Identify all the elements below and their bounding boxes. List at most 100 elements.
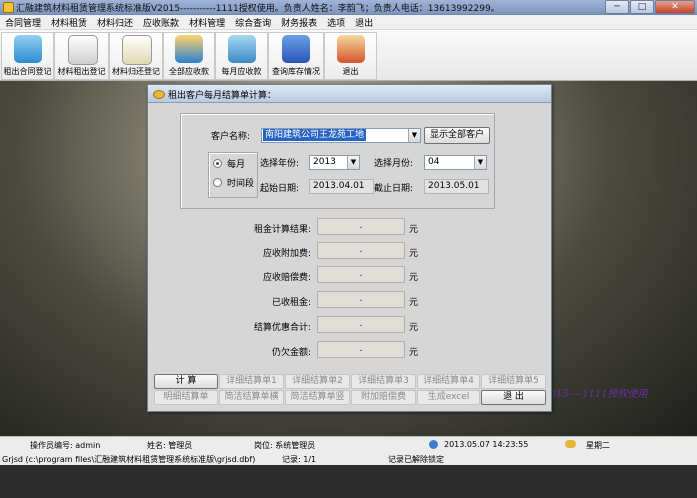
year-label: 选择年份: — [260, 159, 300, 169]
all-receivable-button[interactable]: 全部应收款 — [163, 32, 215, 80]
mode-period-radio[interactable] — [213, 178, 222, 187]
menu-return[interactable]: 材料归还 — [92, 16, 138, 29]
home-icon — [336, 35, 365, 63]
simple-statement-landscape-button[interactable]: 简洁结算单横 — [219, 390, 284, 405]
month-value: 04 — [428, 157, 440, 167]
rent-out-button[interactable]: 材料租出登记 — [54, 32, 109, 80]
app-icon — [3, 2, 14, 13]
outstanding-unit: 元 — [409, 348, 419, 358]
discount-total-label: 结算优惠合计: — [253, 323, 311, 333]
exit-toolbar-button[interactable]: 退出 — [324, 32, 377, 80]
taskbar — [0, 465, 697, 498]
month-label: 选择月份: — [374, 159, 414, 169]
dialog-exit-button[interactable]: 退 出 — [481, 390, 546, 405]
year-value: 2013 — [313, 157, 336, 167]
toolbar: 租出合同登记 材料租出登记 材料归还登记 全部应收款 每月应收款 查询库存情况 … — [0, 30, 697, 81]
calculate-button[interactable]: 计 算 — [154, 374, 218, 389]
monthly-settlement-dialog: 租出客户每月结算单计算： 客户名称: 南阳建筑公司王龙苑工地 ▼ 显示全部客户 … — [147, 84, 552, 412]
window-controls: ─ □ ✕ — [604, 0, 695, 14]
end-date-field[interactable]: 2013.05.01 — [424, 179, 489, 194]
gear-icon — [227, 35, 256, 63]
menu-bar: 合同管理 材料租赁 材料归还 应收账款 材料管理 综合查询 财务报表 选项 退出 — [0, 15, 697, 30]
discount-total-field[interactable]: . — [317, 316, 405, 333]
tools-icon — [175, 35, 203, 63]
export-excel-button[interactable]: 生成excel — [417, 390, 480, 405]
detail-statement-5-button[interactable]: 详细结算单5 — [481, 374, 546, 389]
menu-material[interactable]: 材料管理 — [184, 16, 230, 29]
stock-query-button[interactable]: 查询库存情况 — [268, 32, 324, 80]
surcharge-field[interactable]: . — [317, 242, 405, 259]
status-lock: 记录已解除锁定 — [388, 455, 444, 464]
chevron-down-icon[interactable]: ▼ — [474, 156, 486, 169]
status-bar: 操作员编号: admin 姓名: 管理员 岗位: 系统管理员 2013.05.0… — [0, 436, 697, 465]
start-date-label: 起始日期: — [260, 184, 300, 194]
mode-monthly-label: 每月 — [227, 160, 246, 170]
clock-icon — [429, 440, 438, 449]
filter-group: 客户名称: 南阳建筑公司王龙苑工地 ▼ 显示全部客户 每月 时间段 选择年份: … — [180, 113, 495, 209]
year-select[interactable]: 2013 ▼ — [309, 155, 360, 170]
outstanding-field[interactable]: . — [317, 341, 405, 358]
contract-register-button[interactable]: 租出合同登记 — [1, 32, 54, 80]
mode-monthly-radio[interactable] — [213, 159, 222, 168]
status-datetime: 2013.05.07 14:23:55 — [444, 440, 529, 449]
dialog-title-bar: 租出客户每月结算单计算： — [148, 85, 551, 103]
contract-icon — [13, 35, 42, 63]
document-icon — [67, 35, 98, 65]
customer-label: 客户名称: — [211, 132, 251, 142]
operator-name: 姓名: 管理员 — [147, 441, 193, 450]
compensation-field[interactable]: . — [317, 266, 405, 283]
paid-rent-label: 已收租金: — [271, 298, 311, 308]
watermark-text: V2015----1111授权使用 — [536, 389, 648, 400]
menu-receivable[interactable]: 应收账款 — [138, 16, 184, 29]
menu-exit[interactable]: 退出 — [350, 16, 378, 29]
rent-result-label: 租金计算结果: — [253, 225, 311, 235]
monthly-receivable-button[interactable]: 每月应收款 — [215, 32, 268, 80]
mode-period-label: 时间段 — [227, 179, 255, 189]
book-icon — [282, 35, 310, 63]
menu-contract[interactable]: 合同管理 — [0, 16, 46, 29]
window-title: 汇融建筑材料租赁管理系统标准版V2015-----------1111授权使用。… — [16, 4, 500, 14]
chevron-down-icon[interactable]: ▼ — [347, 156, 359, 169]
menu-finance[interactable]: 财务报表 — [276, 16, 322, 29]
discount-total-unit: 元 — [409, 323, 419, 333]
chevron-down-icon[interactable]: ▼ — [408, 129, 420, 142]
month-select[interactable]: 04 ▼ — [424, 155, 487, 170]
calendar-icon — [565, 440, 576, 448]
operator-post: 岗位: 系统管理员 — [254, 441, 316, 450]
dialog-title: 租出客户每月结算单计算： — [168, 91, 277, 101]
surcharge-unit: 元 — [409, 249, 419, 259]
surcharge-label: 应收附加费: — [262, 249, 311, 259]
customer-value: 南阳建筑公司王龙苑工地 — [263, 129, 367, 141]
detail-statement-4-button[interactable]: 详细结算单4 — [417, 374, 480, 389]
detail-statement-2-button[interactable]: 详细结算单2 — [285, 374, 350, 389]
minimize-button[interactable]: ─ — [605, 0, 629, 14]
detail-statement-3-button[interactable]: 详细结算单3 — [351, 374, 416, 389]
close-button[interactable]: ✕ — [655, 0, 695, 14]
window-title-bar: 汇融建筑材料租赁管理系统标准版V2015-----------1111授权使用。… — [0, 0, 697, 15]
return-register-button[interactable]: 材料归还登记 — [109, 32, 163, 80]
outstanding-label: 仍欠金额: — [271, 348, 311, 358]
paid-rent-unit: 元 — [409, 298, 419, 308]
paid-rent-field[interactable]: . — [317, 291, 405, 308]
status-record: 记录: 1/1 — [282, 455, 317, 464]
end-date-label: 截止日期: — [374, 184, 414, 194]
menu-options[interactable]: 选项 — [322, 16, 350, 29]
status-path: Grjsd (c:\program files\汇融建筑材料租赁管理系统标准版\… — [2, 455, 256, 464]
operator-id: 操作员编号: admin — [30, 441, 101, 450]
customer-select[interactable]: 南阳建筑公司王龙苑工地 ▼ — [261, 128, 421, 143]
compensation-unit: 元 — [409, 273, 419, 283]
show-all-customers-button[interactable]: 显示全部客户 — [424, 127, 490, 144]
notepad-icon — [122, 35, 152, 65]
menu-query[interactable]: 综合查询 — [230, 16, 276, 29]
maximize-button[interactable]: □ — [630, 0, 654, 14]
start-date-field[interactable]: 2013.04.01 — [309, 179, 374, 194]
simple-statement-portrait-button[interactable]: 简洁结算单竖 — [285, 390, 350, 405]
additional-compensation-button[interactable]: 附加赔偿费 — [351, 390, 416, 405]
detail-statement-1-button[interactable]: 详细结算单1 — [219, 374, 284, 389]
rent-result-unit: 元 — [409, 225, 419, 235]
status-weekday: 星期二 — [586, 441, 610, 450]
dialog-icon — [153, 90, 165, 99]
itemized-statement-button[interactable]: 明细结算单 — [154, 390, 218, 405]
menu-rent[interactable]: 材料租赁 — [46, 16, 92, 29]
rent-result-field[interactable]: . — [317, 218, 405, 235]
